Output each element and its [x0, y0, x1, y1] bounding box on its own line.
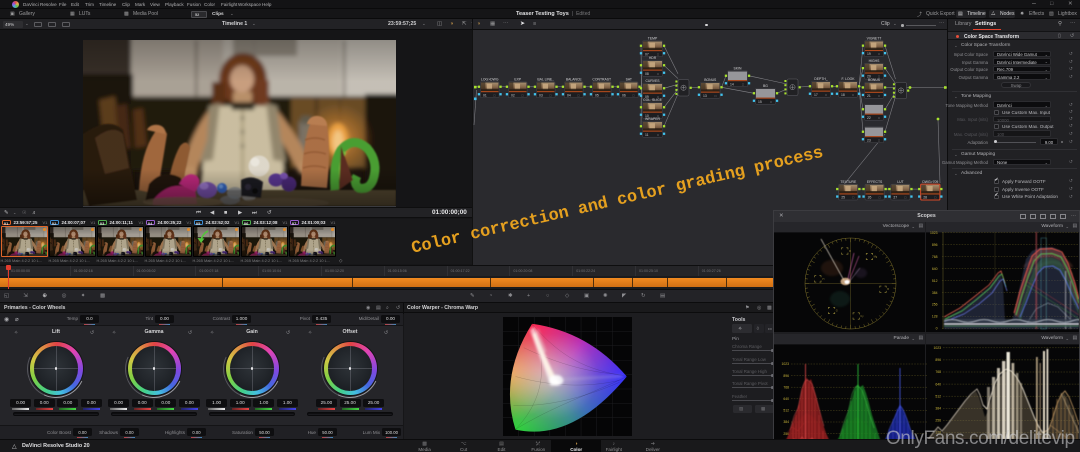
svg-text:19: 19: [867, 52, 871, 56]
svg-text:BALANCE: BALANCE: [566, 78, 583, 82]
svg-text:768: 768: [932, 255, 938, 259]
svg-text:□: □: [852, 196, 854, 200]
svg-text:LOG>DWG: LOG>DWG: [481, 78, 499, 82]
svg-text:256: 256: [935, 419, 941, 423]
svg-text:06: 06: [622, 93, 626, 97]
svg-text:□: □: [494, 93, 496, 97]
svg-text:BG: BG: [763, 84, 768, 88]
svg-text:13: 13: [703, 94, 707, 98]
svg-text:384: 384: [783, 420, 789, 424]
svg-text:0: 0: [936, 327, 938, 331]
svg-text:EXP: EXP: [514, 78, 522, 82]
svg-text:28: 28: [923, 196, 927, 200]
svg-text:EFFECTS: EFFECTS: [867, 180, 883, 184]
svg-text:□: □: [878, 116, 880, 120]
svg-text:768: 768: [935, 370, 941, 374]
svg-text:WRAPER: WRAPER: [645, 117, 660, 121]
svg-text:25: 25: [841, 196, 845, 200]
svg-text:26: 26: [868, 196, 872, 200]
svg-text:22: 22: [867, 116, 871, 120]
svg-text:□: □: [578, 93, 580, 97]
svg-text:896: 896: [783, 374, 789, 378]
svg-text:18: 18: [841, 93, 845, 97]
svg-text:□: □: [715, 94, 717, 98]
svg-text:R: R: [849, 249, 851, 253]
svg-text:□: □: [633, 93, 635, 97]
svg-text:BONUS: BONUS: [868, 78, 881, 82]
svg-text:□: □: [657, 133, 659, 137]
svg-text:14: 14: [730, 82, 734, 86]
svg-text:640: 640: [783, 397, 789, 401]
svg-text:1023: 1023: [933, 346, 941, 350]
svg-text:G: G: [836, 309, 838, 313]
svg-text:1023: 1023: [930, 231, 938, 235]
svg-text:□: □: [770, 100, 772, 104]
svg-text:CURVES: CURVES: [645, 79, 660, 83]
svg-text:DEPTH_: DEPTH_: [814, 77, 827, 81]
svg-text:□: □: [657, 72, 659, 76]
svg-text:15: 15: [758, 100, 762, 104]
svg-text:□: □: [878, 138, 880, 142]
svg-text:□: □: [742, 82, 744, 86]
svg-text:512: 512: [932, 279, 938, 283]
svg-text:□: □: [879, 196, 881, 200]
svg-text:512: 512: [935, 394, 941, 398]
svg-text:05: 05: [595, 93, 599, 97]
svg-text:VIGNETT: VIGNETT: [867, 36, 882, 40]
svg-text:256: 256: [932, 303, 938, 307]
svg-text:640: 640: [932, 267, 938, 271]
svg-text:□: □: [852, 93, 854, 97]
svg-text:23: 23: [867, 138, 871, 142]
svg-text:COL. SLICE: COL. SLICE: [643, 98, 662, 102]
svg-text:□: □: [878, 94, 880, 98]
svg-text:768: 768: [783, 385, 789, 389]
svg-text:LUT: LUT: [897, 180, 903, 184]
svg-text:SKIN: SKIN: [734, 67, 742, 71]
svg-text:384: 384: [932, 291, 938, 295]
svg-text:Yl: Yl: [822, 277, 825, 281]
svg-text:TEMP: TEMP: [648, 37, 658, 41]
svg-text:F. LOOK: F. LOOK: [841, 77, 855, 81]
svg-text:27: 27: [893, 196, 897, 200]
svg-text:SAT: SAT: [626, 78, 632, 82]
svg-text:17: 17: [814, 93, 818, 97]
svg-text:512: 512: [783, 409, 789, 413]
svg-text:HIGHS: HIGHS: [869, 59, 880, 63]
svg-text:□: □: [934, 196, 936, 200]
svg-text:128: 128: [932, 315, 938, 319]
svg-text:02: 02: [511, 93, 515, 97]
svg-text:BAL LINE..: BAL LINE..: [537, 78, 554, 82]
svg-text:01: 01: [483, 93, 487, 97]
svg-text:□: □: [550, 93, 552, 97]
svg-text:08: 08: [645, 72, 649, 76]
svg-text:B: B: [887, 287, 889, 291]
svg-text:BONUS: BONUS: [704, 78, 717, 82]
svg-text:384: 384: [935, 407, 941, 411]
svg-text:□: □: [522, 93, 524, 97]
svg-text:1023: 1023: [781, 362, 789, 366]
svg-text:□: □: [657, 52, 659, 56]
svg-text:896: 896: [932, 243, 938, 247]
svg-text:03: 03: [539, 93, 543, 97]
svg-text:04: 04: [567, 93, 571, 97]
svg-text:640: 640: [935, 382, 941, 386]
svg-text:□: □: [825, 93, 827, 97]
svg-text:HDR: HDR: [649, 56, 657, 60]
svg-text:□: □: [878, 52, 880, 56]
svg-text:TEXTURE: TEXTURE: [840, 180, 857, 184]
svg-text:CONTRAST: CONTRAST: [592, 78, 611, 82]
svg-text:Mg: Mg: [874, 254, 878, 258]
svg-text:21: 21: [867, 94, 871, 98]
svg-text:896: 896: [935, 358, 941, 362]
svg-text:□: □: [904, 196, 906, 200]
svg-text:DWG>709: DWG>709: [922, 180, 938, 184]
svg-text:□: □: [606, 93, 608, 97]
svg-text:11: 11: [645, 133, 649, 137]
